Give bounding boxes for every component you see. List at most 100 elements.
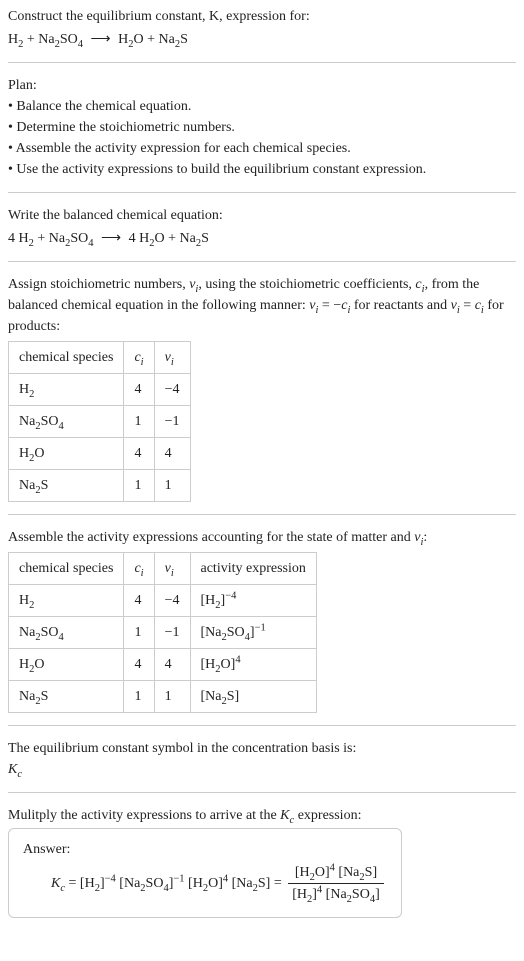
stoich-eq2: νi = ci (451, 298, 484, 313)
col-nui: νi (154, 342, 190, 374)
balanced-equation: 4 H2 + Na2SO4 ⟶ 4 H2O + Na2S (8, 228, 516, 249)
divider (8, 192, 516, 193)
species-h2: 4 H2 (8, 231, 34, 246)
table-row: Na2S 1 1 [Na2S] (9, 681, 317, 713)
col-activity: activity expression (190, 553, 316, 585)
table-row: H2O 4 4 (9, 438, 191, 470)
stoich-text: , using the stoichiometric coefficients, (198, 277, 415, 292)
stoich-text: Assign stoichiometric numbers, (8, 277, 189, 292)
cell-nui: 4 (154, 649, 190, 681)
multiply-text-part: Mulitply the activity expressions to arr… (8, 808, 280, 823)
cell-nui: 1 (154, 681, 190, 713)
kc-symbol: Kc (280, 808, 294, 823)
multiply-text: Mulitply the activity expressions to arr… (8, 805, 516, 826)
cell-activity: [H2]−4 (190, 585, 316, 617)
species-na2so4: Na2SO4 (49, 231, 94, 246)
assemble-text: Assemble the activity expressions accoun… (8, 527, 516, 548)
answer-expression: Kc = [H2]−4 [Na2SO4]−1 [H2O]4 [Na2S] = [… (51, 862, 387, 905)
cell-species: H2O (9, 438, 124, 470)
equals-sign: = (65, 876, 80, 891)
cell-nui: 1 (154, 470, 190, 502)
kc-symbol: Kc (51, 876, 65, 891)
col-species: chemical species (9, 553, 124, 585)
table-row: Na2SO4 1 −1 (9, 406, 191, 438)
stoich-text: for reactants and (350, 298, 450, 313)
symbol-text: The equilibrium constant symbol in the c… (8, 738, 516, 759)
activity-table: chemical species ci νi activity expressi… (8, 552, 317, 713)
cell-nui: −4 (154, 374, 190, 406)
activity-h2o: [H2O]4 (188, 876, 228, 891)
cell-ci: 4 (124, 374, 154, 406)
plus-sign: + (34, 231, 49, 246)
table-row: Na2S 1 1 (9, 470, 191, 502)
intro-line1: Construct the equilibrium constant, K, e… (8, 6, 516, 27)
cell-species: H2O (9, 649, 124, 681)
species-na2s: Na2S (159, 32, 188, 47)
col-ci: ci (124, 553, 154, 585)
table-row: H2 4 −4 [H2]−4 (9, 585, 317, 617)
activity-na2so4: [Na2SO4]−1 (119, 876, 184, 891)
cell-ci: 1 (124, 406, 154, 438)
plan-block: Plan: • Balance the chemical equation. •… (8, 75, 516, 180)
plan-bullet: • Use the activity expressions to build … (8, 159, 516, 180)
kc-symbol: Kc (8, 759, 516, 780)
cell-species: H2 (9, 374, 124, 406)
cell-ci: 4 (124, 649, 154, 681)
divider (8, 261, 516, 262)
cell-nui: −4 (154, 585, 190, 617)
intro-equation: H2 + Na2SO4 ⟶ H2O + Na2S (8, 29, 516, 50)
cell-species: H2 (9, 585, 124, 617)
plus-sign: + (23, 32, 38, 47)
col-nui: νi (154, 553, 190, 585)
col-species: chemical species (9, 342, 124, 374)
cell-activity: [Na2SO4]−1 (190, 617, 316, 649)
species-na2s: Na2S (180, 231, 209, 246)
table-header-row: chemical species ci νi activity expressi… (9, 553, 317, 585)
multiply-text-part: expression: (294, 808, 361, 823)
species-na2so4: Na2SO4 (38, 32, 83, 47)
table-row: H2O 4 4 [H2O]4 (9, 649, 317, 681)
balanced-header: Write the balanced chemical equation: (8, 205, 516, 226)
cell-ci: 4 (124, 438, 154, 470)
assemble-text-part: Assemble the activity expressions accoun… (8, 530, 414, 545)
cell-ci: 4 (124, 585, 154, 617)
intro-block: Construct the equilibrium constant, K, e… (8, 6, 516, 50)
cell-activity: [Na2S] (190, 681, 316, 713)
table-row: Na2SO4 1 −1 [Na2SO4]−1 (9, 617, 317, 649)
fraction: [H2O]4 [Na2S] [H2]4 [Na2SO4] (288, 862, 384, 905)
answer-box: Answer: Kc = [H2]−4 [Na2SO4]−1 [H2O]4 [N… (8, 828, 402, 918)
activity-h2: [H2]−4 (80, 876, 116, 891)
symbol-block: The equilibrium constant symbol in the c… (8, 738, 516, 780)
species-h2: H2 (8, 32, 23, 47)
cell-species: Na2SO4 (9, 406, 124, 438)
activity-na2s: [Na2S] (232, 876, 271, 891)
plan-bullet: • Balance the chemical equation. (8, 96, 516, 117)
cell-nui: 4 (154, 438, 190, 470)
stoich-table: chemical species ci νi H2 4 −4 Na2SO4 1 … (8, 341, 191, 502)
reaction-arrow-icon: ⟶ (101, 231, 121, 246)
divider (8, 514, 516, 515)
table-row: H2 4 −4 (9, 374, 191, 406)
fraction-numerator: [H2O]4 [Na2S] (288, 862, 384, 884)
plan-bullet: • Assemble the activity expression for e… (8, 138, 516, 159)
reaction-arrow-icon: ⟶ (91, 32, 111, 47)
table-header-row: chemical species ci νi (9, 342, 191, 374)
stoich-block: Assign stoichiometric numbers, νi, using… (8, 274, 516, 337)
fraction-denominator: [H2]4 [Na2SO4] (288, 884, 384, 905)
cell-activity: [H2O]4 (190, 649, 316, 681)
divider (8, 62, 516, 63)
c-symbol: ci (415, 277, 424, 292)
stoich-eq1: νi = −ci (309, 298, 350, 313)
cell-species: Na2SO4 (9, 617, 124, 649)
colon: : (423, 530, 427, 545)
answer-label: Answer: (23, 839, 387, 860)
cell-species: Na2S (9, 470, 124, 502)
species-h2o: H2O (118, 32, 144, 47)
nu-symbol: νi (189, 277, 198, 292)
divider (8, 725, 516, 726)
cell-ci: 1 (124, 681, 154, 713)
plus-sign: + (144, 32, 159, 47)
cell-nui: −1 (154, 406, 190, 438)
col-ci: ci (124, 342, 154, 374)
cell-ci: 1 (124, 470, 154, 502)
